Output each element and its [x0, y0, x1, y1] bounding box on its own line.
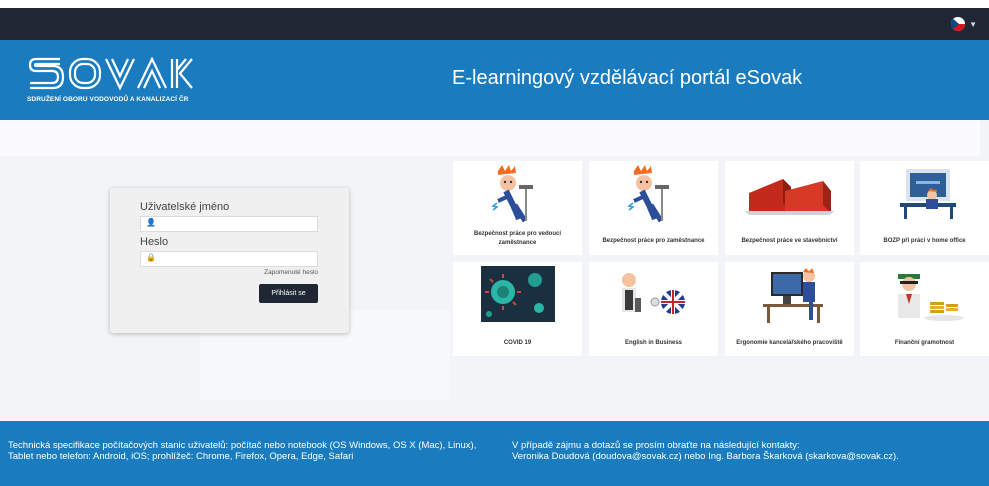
user-icon: 👤 — [146, 218, 156, 227]
office-worker-computer-icon — [763, 268, 823, 323]
password-input[interactable] — [157, 252, 315, 266]
cz-flag-icon — [951, 17, 966, 31]
worker-electric-shock-icon — [491, 165, 533, 223]
top-margin — [0, 0, 989, 8]
page-title: E-learningový vzdělávací portál eSovak — [452, 67, 803, 89]
course-card[interactable]: Finanční gramotnost — [860, 262, 989, 356]
course-card[interactable]: COVID 19 — [453, 262, 582, 356]
course-title: Bezpečnost práce ve stavebnictví — [741, 238, 838, 244]
course-card[interactable]: English in Business — [589, 262, 718, 356]
course-card[interactable]: BOZP při práci v home office — [860, 161, 989, 255]
logo-subtitle: SDRUŽENÍ OBORU VODOVODŮ A KANALIZACÍ ČR — [27, 96, 189, 103]
course-card[interactable]: Bezpečnost práce pro vedoucí zaměstnance — [453, 161, 582, 255]
background-stripe — [0, 120, 980, 156]
course-title: Finanční gramotnost — [894, 340, 955, 346]
course-title: COVID 19 — [503, 340, 532, 346]
top-bar: ▼ — [0, 8, 989, 40]
course-card[interactable]: Ergonomie kancelářského pracoviště — [725, 262, 854, 356]
home-office-desk-icon — [900, 169, 956, 219]
password-label: Heslo — [140, 236, 169, 248]
login-button[interactable]: Přihlásit se — [259, 284, 318, 303]
username-input[interactable] — [157, 217, 315, 231]
contact-persons: Veronika Doudová (doudova@sovak.cz) nebo… — [512, 451, 899, 462]
language-selector[interactable]: ▼ — [951, 17, 977, 31]
course-title: BOZP při práci v home office — [883, 238, 966, 244]
contact-info: V případě zájmu a dotazů se prosím obrať… — [512, 440, 982, 462]
password-field[interactable]: 🔒 — [140, 251, 318, 267]
username-field[interactable]: 👤 — [140, 216, 318, 232]
lock-icon: 🔒 — [146, 253, 156, 262]
forgot-password-link[interactable]: Zapomenuté heslo — [264, 269, 318, 276]
chevron-down-icon: ▼ — [969, 19, 977, 29]
uk-flag-businessman-icon — [622, 273, 685, 314]
course-title: Bezpečnost práce pro vedoucí zaměstnance — [473, 231, 562, 246]
course-title: Bezpečnost práce pro zaměstnance — [602, 238, 705, 244]
construction-containers-icon — [745, 179, 835, 215]
course-card[interactable]: Bezpečnost práce ve stavebnictví — [725, 161, 854, 255]
main-content: Uživatelské jméno 👤 Heslo 🔒 Zapomenuté h… — [0, 120, 989, 421]
course-card[interactable]: Bezpečnost práce pro zaměstnance — [589, 161, 718, 255]
virus-icon — [481, 266, 555, 322]
course-title: English in Business — [624, 340, 682, 346]
money-coins-icon — [898, 274, 964, 321]
technical-specification-text: Technická specifikace počítačových stani… — [8, 440, 477, 462]
course-title: Ergonomie kancelářského pracoviště — [736, 340, 843, 346]
username-label: Uživatelské jméno — [140, 201, 230, 213]
site-footer: Technická specifikace počítačových stani… — [0, 421, 989, 486]
contact-intro: V případě zájmu a dotazů se prosím obrať… — [512, 440, 800, 451]
worker-electric-shock-icon — [627, 165, 669, 223]
site-header: SDRUŽENÍ OBORU VODOVODŮ A KANALIZACÍ ČR … — [0, 40, 989, 120]
login-form: Uživatelské jméno 👤 Heslo 🔒 Zapomenuté h… — [110, 188, 349, 333]
